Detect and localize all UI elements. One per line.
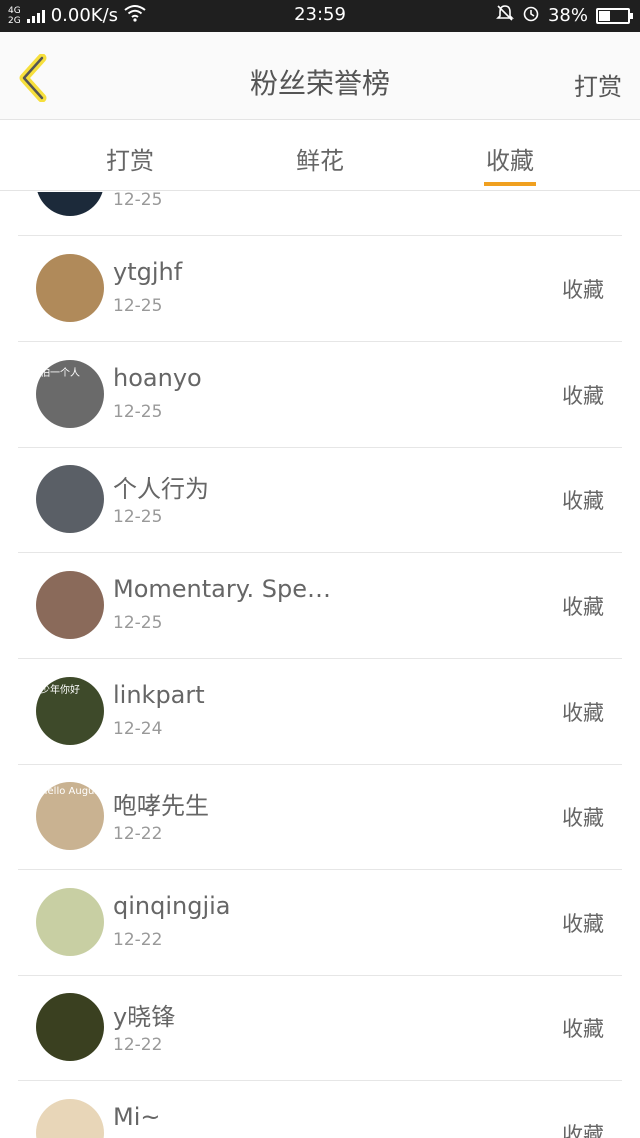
fan-list: 12-25 ytgjhf 12-25 收藏 怕一个人 hoanyo 12-25 … [0, 192, 640, 1138]
list-item-date: 12-22 [113, 824, 163, 844]
list-item[interactable]: Momentary. Spe… 12-25 收藏 [18, 553, 622, 659]
list-item-name: 个人行为 [113, 475, 209, 503]
avatar [36, 465, 104, 533]
list-item-action: 收藏 [562, 278, 604, 302]
status-right: 38% [496, 4, 633, 27]
battery-percent: 38% [547, 5, 588, 26]
list-item-date: 12-22 [113, 930, 163, 950]
list-item-name: ytgjhf [113, 258, 183, 286]
battery-fill [599, 10, 610, 21]
avatar: 怕一个人 [36, 360, 104, 428]
list-item-date: 12-24 [113, 719, 163, 739]
list-item-name: y晓锋 [113, 1003, 176, 1031]
avatar [36, 1099, 104, 1138]
list-item-name: hoanyo [113, 364, 202, 392]
avatar [36, 571, 104, 639]
page-title: 粉丝荣誉榜 [249, 67, 390, 100]
list-item-date: 12-25 [113, 507, 163, 527]
avatar-caption: 少年你好 [40, 685, 80, 696]
list-item[interactable]: qinqingjia 12-22 收藏 [18, 870, 622, 976]
tab-reward[interactable]: 打赏 [70, 141, 190, 176]
list-item[interactable]: 怕一个人 hoanyo 12-25 收藏 [18, 342, 622, 448]
list-item-date: 12-25 [113, 402, 163, 422]
battery-icon [596, 7, 633, 24]
list-item[interactable]: Mi~ 收藏 [18, 1081, 622, 1138]
avatar: Hello August [36, 782, 104, 850]
avatar [36, 993, 104, 1061]
list-item-date: 12-25 [113, 613, 163, 633]
mute-icon [496, 4, 514, 27]
avatar: 少年你好 [36, 677, 104, 745]
active-tab-indicator [484, 182, 536, 186]
list-item[interactable]: y晓锋 12-22 收藏 [18, 975, 622, 1081]
list-item[interactable]: 12-25 [18, 192, 622, 236]
list-item-date: 12-25 [113, 296, 163, 316]
list-item-name: qinqingjia [113, 892, 231, 920]
list-item-action: 收藏 [562, 489, 604, 513]
avatar [36, 254, 104, 322]
list-item[interactable]: Hello August 咆哮先生 12-22 收藏 [18, 764, 622, 870]
list-item-name: 咆哮先生 [113, 792, 209, 820]
status-bar: 4G 2G 0.00K/s 23:59 38% [0, 0, 640, 32]
nav-bar: 粉丝荣誉榜 打赏 [0, 32, 640, 120]
avatar [36, 888, 104, 956]
list-item-action: 收藏 [562, 1017, 604, 1041]
list-item-action: 收藏 [562, 595, 604, 619]
list-item-action: 收藏 [562, 384, 604, 408]
avatar [36, 192, 104, 216]
list-item[interactable]: ytgjhf 12-25 收藏 [18, 236, 622, 342]
reward-button[interactable]: 打赏 [574, 67, 622, 102]
list-item-action: 收藏 [562, 806, 604, 830]
alarm-icon [522, 4, 540, 27]
list-item-name: Momentary. Spe… [113, 575, 332, 603]
tab-bar: 打赏 鲜花 收藏 [0, 121, 640, 191]
list-item-action: 收藏 [562, 912, 604, 936]
tab-favorites[interactable]: 收藏 [450, 141, 570, 176]
list-item-name: Mi~ [113, 1103, 161, 1131]
list-item-date: 12-22 [113, 1035, 163, 1055]
list-item-date: 12-25 [113, 192, 163, 210]
list-item-action: 收藏 [562, 701, 604, 725]
avatar-caption: 怕一个人 [40, 368, 80, 379]
list-item-action: 收藏 [562, 1123, 604, 1138]
list-item-name: linkpart [113, 681, 205, 709]
avatar-caption: Hello August [40, 786, 104, 797]
list-item[interactable]: 少年你好 linkpart 12-24 收藏 [18, 659, 622, 765]
tab-flowers[interactable]: 鲜花 [260, 141, 380, 176]
list-item[interactable]: 个人行为 12-25 收藏 [18, 447, 622, 553]
